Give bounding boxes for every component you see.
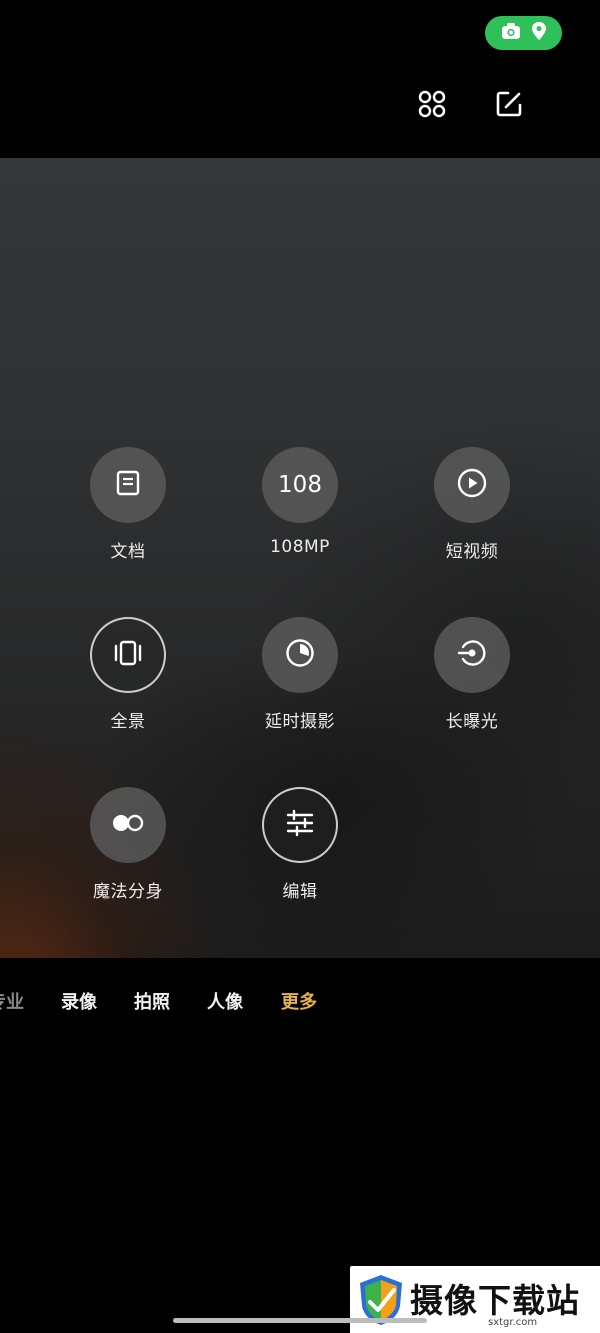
tab-photo[interactable]: 拍照 <box>134 988 170 1014</box>
sliders-icon <box>285 809 315 841</box>
mode-label: 魔法分身 <box>93 882 163 902</box>
mode-label: 文档 <box>110 542 146 562</box>
clone-icon <box>110 811 146 839</box>
mode-label: 延时摄影 <box>265 712 335 732</box>
mode-short-video[interactable]: 短视频 <box>392 447 552 562</box>
mode-button[interactable] <box>262 617 338 693</box>
mode-label: 108MP <box>270 537 330 557</box>
tab-portrait[interactable]: 人像 <box>207 988 243 1014</box>
mode-button[interactable] <box>90 787 166 863</box>
timelapse-icon <box>284 637 316 673</box>
status-indicator-pill <box>485 16 562 50</box>
watermark-url: sxtgr.com <box>488 1317 538 1328</box>
mode-panorama[interactable]: 全景 <box>48 617 208 732</box>
mode-button[interactable] <box>434 447 510 523</box>
mode-label: 全景 <box>110 712 146 732</box>
mode-108mp[interactable]: 108 108MP <box>220 447 380 557</box>
tab-video[interactable]: 录像 <box>61 988 97 1014</box>
long-exposure-icon <box>456 637 488 673</box>
mode-button[interactable] <box>434 617 510 693</box>
camera-mode-tabs: 专业 录像 拍照 人像 更多 <box>0 988 600 1014</box>
tab-more[interactable]: 更多 <box>281 988 317 1014</box>
108-text-icon: 108 <box>278 472 322 498</box>
watermark-text: 摄像下载站 <box>410 1281 580 1320</box>
panorama-icon <box>112 639 144 671</box>
mode-label: 编辑 <box>282 882 318 902</box>
mode-button[interactable] <box>262 787 338 863</box>
home-indicator[interactable] <box>173 1318 427 1323</box>
mode-clone[interactable]: 魔法分身 <box>48 787 208 902</box>
grid-layout-icon[interactable] <box>414 86 450 122</box>
tab-pro[interactable]: 专业 <box>0 988 24 1014</box>
camera-icon <box>501 22 521 44</box>
mode-button[interactable] <box>90 617 166 693</box>
location-pin-icon <box>531 21 547 45</box>
camera-viewfinder: 文档 108 108MP 短视频 全景 延时摄影 长曝光 魔法分身 编辑 <box>0 158 600 958</box>
play-icon <box>456 467 488 503</box>
mode-label: 短视频 <box>445 542 499 562</box>
mode-timelapse[interactable]: 延时摄影 <box>220 617 380 732</box>
mode-label: 长曝光 <box>445 712 499 732</box>
document-icon <box>114 469 142 501</box>
mode-edit[interactable]: 编辑 <box>220 787 380 902</box>
edit-icon[interactable] <box>491 86 527 122</box>
mode-document[interactable]: 文档 <box>48 447 208 562</box>
mode-button[interactable]: 108 <box>262 447 338 523</box>
mode-button[interactable] <box>90 447 166 523</box>
mode-long-exposure[interactable]: 长曝光 <box>392 617 552 732</box>
